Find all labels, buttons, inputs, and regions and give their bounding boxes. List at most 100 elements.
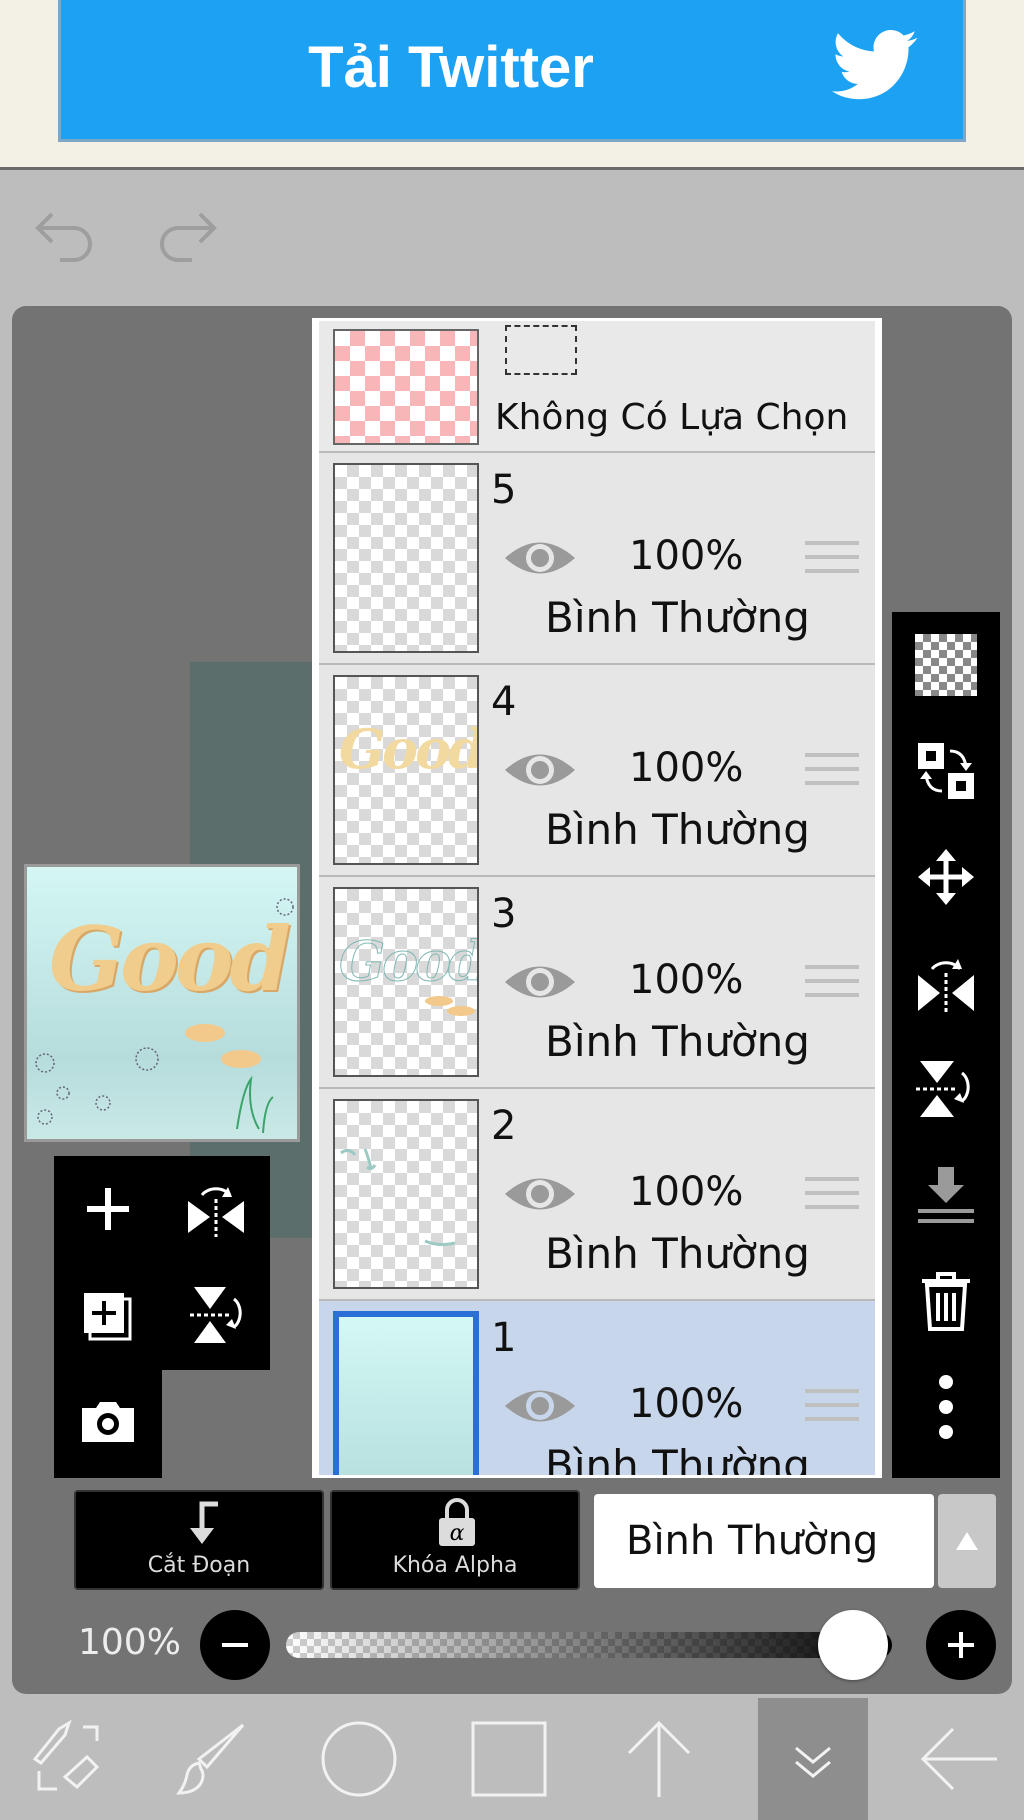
transform-tool-button[interactable] bbox=[10, 1698, 120, 1820]
drag-handle-icon[interactable] bbox=[805, 1389, 859, 1429]
flip-horizontal-button[interactable] bbox=[162, 1156, 270, 1262]
arrow-up-icon bbox=[627, 1720, 691, 1797]
more-options-button[interactable] bbox=[892, 1354, 1000, 1460]
layer-thumbnail-art: Good bbox=[339, 717, 479, 781]
layer-thumbnail bbox=[333, 463, 479, 653]
clipping-arrow-icon bbox=[190, 1501, 218, 1544]
opacity-increase-button[interactable] bbox=[926, 1610, 996, 1680]
swap-layer-icon bbox=[918, 743, 974, 799]
eye-icon[interactable] bbox=[503, 1381, 577, 1431]
move-button[interactable] bbox=[892, 824, 1000, 930]
selection-layer-row[interactable]: Không Có Lựa Chọn bbox=[319, 321, 875, 453]
add-layer-button[interactable] bbox=[54, 1156, 162, 1262]
eye-icon[interactable] bbox=[503, 957, 577, 1007]
blend-mode-value: Bình Thường bbox=[626, 1518, 879, 1564]
layer-blend-mode: Bình Thường bbox=[545, 1229, 810, 1278]
preview-doodles bbox=[35, 898, 294, 1134]
layer-thumbnail: Good bbox=[333, 887, 479, 1077]
ad-banner-text: Tải Twitter bbox=[308, 35, 594, 100]
drag-handle-icon[interactable] bbox=[805, 965, 859, 1005]
merge-down-button[interactable] bbox=[892, 1142, 1000, 1248]
layer-opacity: 100% bbox=[629, 957, 744, 1003]
drag-handle-icon[interactable] bbox=[805, 753, 859, 793]
ad-banner-area: Tải Twitter bbox=[0, 0, 1024, 170]
layer-blend-mode: Bình Thường bbox=[545, 1441, 810, 1478]
square-icon bbox=[471, 1721, 547, 1797]
checkerboard-icon bbox=[915, 634, 977, 696]
plus-icon bbox=[87, 1188, 129, 1230]
flip-horizontal-layer-button[interactable] bbox=[892, 930, 1000, 1036]
layer-opacity: 100% bbox=[629, 1169, 744, 1215]
twitter-ad-banner[interactable]: Tải Twitter bbox=[58, 0, 966, 142]
flip-vertical-icon bbox=[916, 1061, 970, 1117]
layer-number: 2 bbox=[491, 1103, 517, 1149]
svg-text:α: α bbox=[450, 1521, 465, 1546]
layers-list[interactable]: Không Có Lựa Chọn 5 100% Bình Thường Goo… bbox=[312, 318, 882, 1478]
layer-thumbnail bbox=[333, 1311, 479, 1475]
right-layer-toolbar bbox=[892, 612, 1000, 1478]
blend-mode-select[interactable]: Bình Thường bbox=[594, 1494, 934, 1588]
layer-opacity: 100% bbox=[629, 533, 744, 579]
transform-tool-icon bbox=[32, 1719, 100, 1791]
layer-number: 3 bbox=[491, 891, 517, 937]
opacity-value: 100% bbox=[78, 1622, 181, 1663]
flip-vertical-icon bbox=[190, 1287, 242, 1343]
flip-vertical-layer-button[interactable] bbox=[892, 1036, 1000, 1142]
triangle-up-icon bbox=[956, 1532, 978, 1550]
undo-icon[interactable] bbox=[30, 200, 100, 270]
twitter-bird-icon bbox=[832, 30, 918, 100]
layer-row[interactable]: 5 100% Bình Thường bbox=[319, 453, 875, 665]
back-button[interactable] bbox=[904, 1698, 1014, 1820]
layers-list-inner: Không Có Lựa Chọn 5 100% Bình Thường Goo… bbox=[319, 321, 875, 1478]
layer-number: 4 bbox=[491, 679, 517, 725]
transparent-bg-button[interactable] bbox=[892, 612, 1000, 718]
minus-icon bbox=[222, 1643, 248, 1647]
flip-vertical-button[interactable] bbox=[162, 1262, 270, 1368]
ellipse-tool-button[interactable] bbox=[304, 1698, 414, 1820]
merge-down-icon bbox=[918, 1167, 974, 1223]
layer-tool-button[interactable] bbox=[454, 1698, 564, 1820]
clipping-label: Cắt Đoạn bbox=[147, 1553, 251, 1578]
history-bar bbox=[0, 170, 1024, 304]
brush-icon bbox=[176, 1723, 245, 1795]
flip-horizontal-icon bbox=[188, 1187, 244, 1237]
blend-mode-dropdown-button[interactable] bbox=[938, 1494, 996, 1588]
trash-icon bbox=[922, 1272, 970, 1331]
selection-layer-label: Không Có Lựa Chọn bbox=[495, 397, 849, 438]
layer-blend-mode: Bình Thường bbox=[545, 1017, 810, 1066]
alpha-lock-button[interactable]: α Khóa Alpha bbox=[330, 1490, 580, 1590]
eye-icon[interactable] bbox=[503, 745, 577, 795]
double-chevron-down-icon bbox=[795, 1746, 831, 1778]
layer-opacity: 100% bbox=[629, 1381, 744, 1427]
delete-layer-button[interactable] bbox=[892, 1248, 1000, 1354]
clipping-button[interactable]: Cắt Đoạn bbox=[74, 1490, 324, 1590]
opacity-slider-thumb[interactable] bbox=[818, 1610, 888, 1680]
circle-icon bbox=[321, 1721, 397, 1797]
canvas-preview[interactable]: Good bbox=[24, 864, 300, 1142]
opacity-decrease-button[interactable] bbox=[200, 1610, 270, 1680]
layer-thumbnail-doodles bbox=[425, 996, 475, 1016]
move-up-button[interactable] bbox=[604, 1698, 714, 1820]
import-photo-button[interactable] bbox=[54, 1368, 162, 1474]
eye-icon[interactable] bbox=[503, 1169, 577, 1219]
collapse-panel-button[interactable] bbox=[758, 1698, 868, 1820]
add-copy-layer-button[interactable] bbox=[54, 1262, 162, 1368]
redo-icon[interactable] bbox=[152, 200, 222, 270]
drag-handle-icon[interactable] bbox=[805, 1177, 859, 1217]
layer-row-active[interactable]: 1 100% Bình Thường bbox=[319, 1301, 875, 1478]
layer-thumbnail bbox=[333, 1099, 479, 1289]
bottom-toolbar bbox=[0, 1698, 1024, 1820]
drag-handle-icon[interactable] bbox=[805, 541, 859, 581]
arrow-left-icon bbox=[920, 1727, 997, 1791]
opacity-slider-track[interactable] bbox=[286, 1632, 892, 1658]
selection-layer-thumbnail bbox=[333, 329, 479, 445]
layer-row[interactable]: 2 100% Bình Thường bbox=[319, 1089, 875, 1301]
layer-row[interactable]: Good 4 100% Bình Thường bbox=[319, 665, 875, 877]
eye-icon[interactable] bbox=[503, 533, 577, 583]
app-screen: { "ad": { "text": "Tải Twitter", "icon":… bbox=[0, 0, 1024, 1820]
selection-marquee-icon bbox=[505, 325, 577, 375]
swap-layer-button[interactable] bbox=[892, 718, 1000, 824]
layer-row[interactable]: Good 3 100% Bình Thường bbox=[319, 877, 875, 1089]
brush-tool-button[interactable] bbox=[158, 1698, 268, 1820]
lock-alpha-icon: α bbox=[439, 1498, 475, 1546]
